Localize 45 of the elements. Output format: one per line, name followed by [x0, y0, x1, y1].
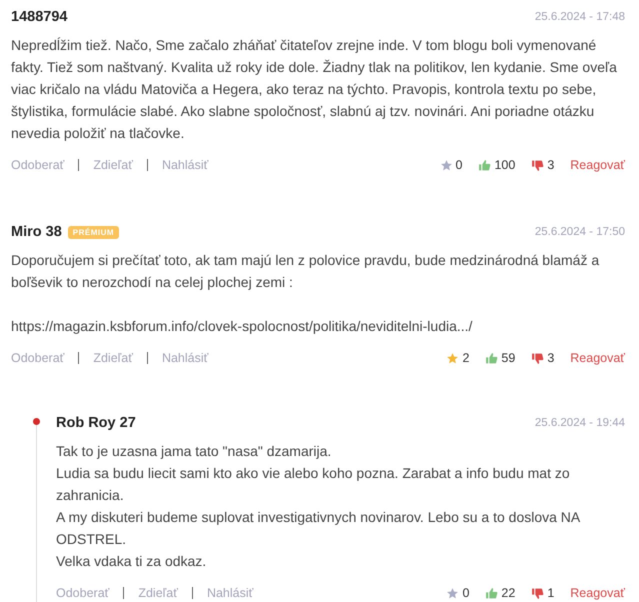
comment-date: 25.6.2024 - 19:44 [534, 417, 625, 429]
thumbs-up-icon[interactable] [478, 158, 492, 172]
dislike-count: 3 [547, 351, 554, 365]
reply-dot [33, 418, 40, 425]
comment-action-link[interactable]: Nahlásiť [162, 351, 208, 365]
comment-action-link[interactable]: Odoberať [56, 586, 110, 600]
reply-link[interactable]: Reagovať [570, 351, 625, 365]
comment-action-link[interactable]: Odoberať [11, 351, 64, 365]
comment-author: Miro 38 [11, 224, 62, 240]
star-icon[interactable] [446, 352, 460, 364]
comment-action-link[interactable]: Zdieľať [93, 158, 133, 172]
like-count: 100 [494, 158, 516, 172]
comment-text: Velka vdaka ti za odkaz. [56, 552, 208, 571]
comment-action-link[interactable]: Nahlásiť [162, 158, 208, 172]
like-count: 59 [501, 351, 516, 365]
comment-action-link[interactable]: Zdieľať [138, 586, 178, 600]
thumbs-down-icon[interactable] [531, 586, 544, 600]
thumbs-down-icon[interactable] [531, 352, 544, 364]
comment-date: 25.6.2024 - 17:50 [534, 226, 625, 238]
comment-text: Doporučujem si prečítať toto, ak tam majú len z polovice pravdu, bude medzinárodná blamáž a boľševik to nerozchodí na celej plochej zemi : [11, 251, 600, 292]
thumbs-up-icon[interactable] [485, 586, 498, 600]
comment-action-link[interactable]: Zdieľať [93, 351, 133, 365]
star-count: 0 [462, 586, 470, 600]
comment-text: Tak to je uzasna jama tato "nasa" dzamarija. [56, 442, 332, 461]
comment-text: A my diskuteri budeme suplovat investigativnych novinarov. Lebo su a to doslova NA ODSTREL. [56, 508, 581, 549]
dislike-count: 1 [547, 586, 554, 600]
thumbs-down-icon[interactable] [531, 158, 544, 172]
comment-author: 1488794 [11, 9, 68, 25]
comment-text: Nepredĺžim tiež. Načo, Sme začalo zháňať čitateľov zrejne inde. V tom blogu boli vymenované fakty. Tiež som naštvaný. Kvalita už roky ide dole. Žiadny tlak na politikov, len kydanie. Sme oveľa viac kričalo na vládu Matoviča a Hegera, ako teraz na týchto. Pravopis, kontrola textu po sebe, štylistika, formulácie slabé. Ako slabne spoločnosť, slabnú aj tzv. novinári. Ani poriadne otázku nevedia položiť na tlačovke. [11, 36, 618, 143]
like-count: 22 [501, 586, 516, 600]
star-count: 0 [456, 158, 462, 172]
star-icon[interactable] [446, 586, 460, 600]
thumbs-up-icon[interactable] [485, 352, 498, 364]
comment-text: Ludia sa budu liecit sami kto ako vie alebo koho pozna. Zarabat a info budu mat zo zahranicia. [56, 464, 571, 505]
comment-action-link[interactable]: Odoberať [11, 158, 64, 172]
premium-badge: PRÉMIUM [68, 226, 120, 238]
comment-text: https://magazin.ksbforum.info/clovek-spolocnost/politika/neviditelni-ludia.../ [11, 317, 474, 336]
reply-link[interactable]: Reagovať [570, 586, 625, 600]
comment-author: Rob Roy 27 [56, 415, 136, 431]
reply-link[interactable]: Reagovať [570, 158, 625, 172]
star-count: 2 [462, 351, 470, 365]
comment-action-link[interactable]: Nahlásiť [206, 586, 254, 600]
star-icon[interactable] [440, 158, 452, 172]
dislike-count: 3 [547, 158, 554, 172]
comment-date: 25.6.2024 - 17:48 [534, 11, 625, 23]
